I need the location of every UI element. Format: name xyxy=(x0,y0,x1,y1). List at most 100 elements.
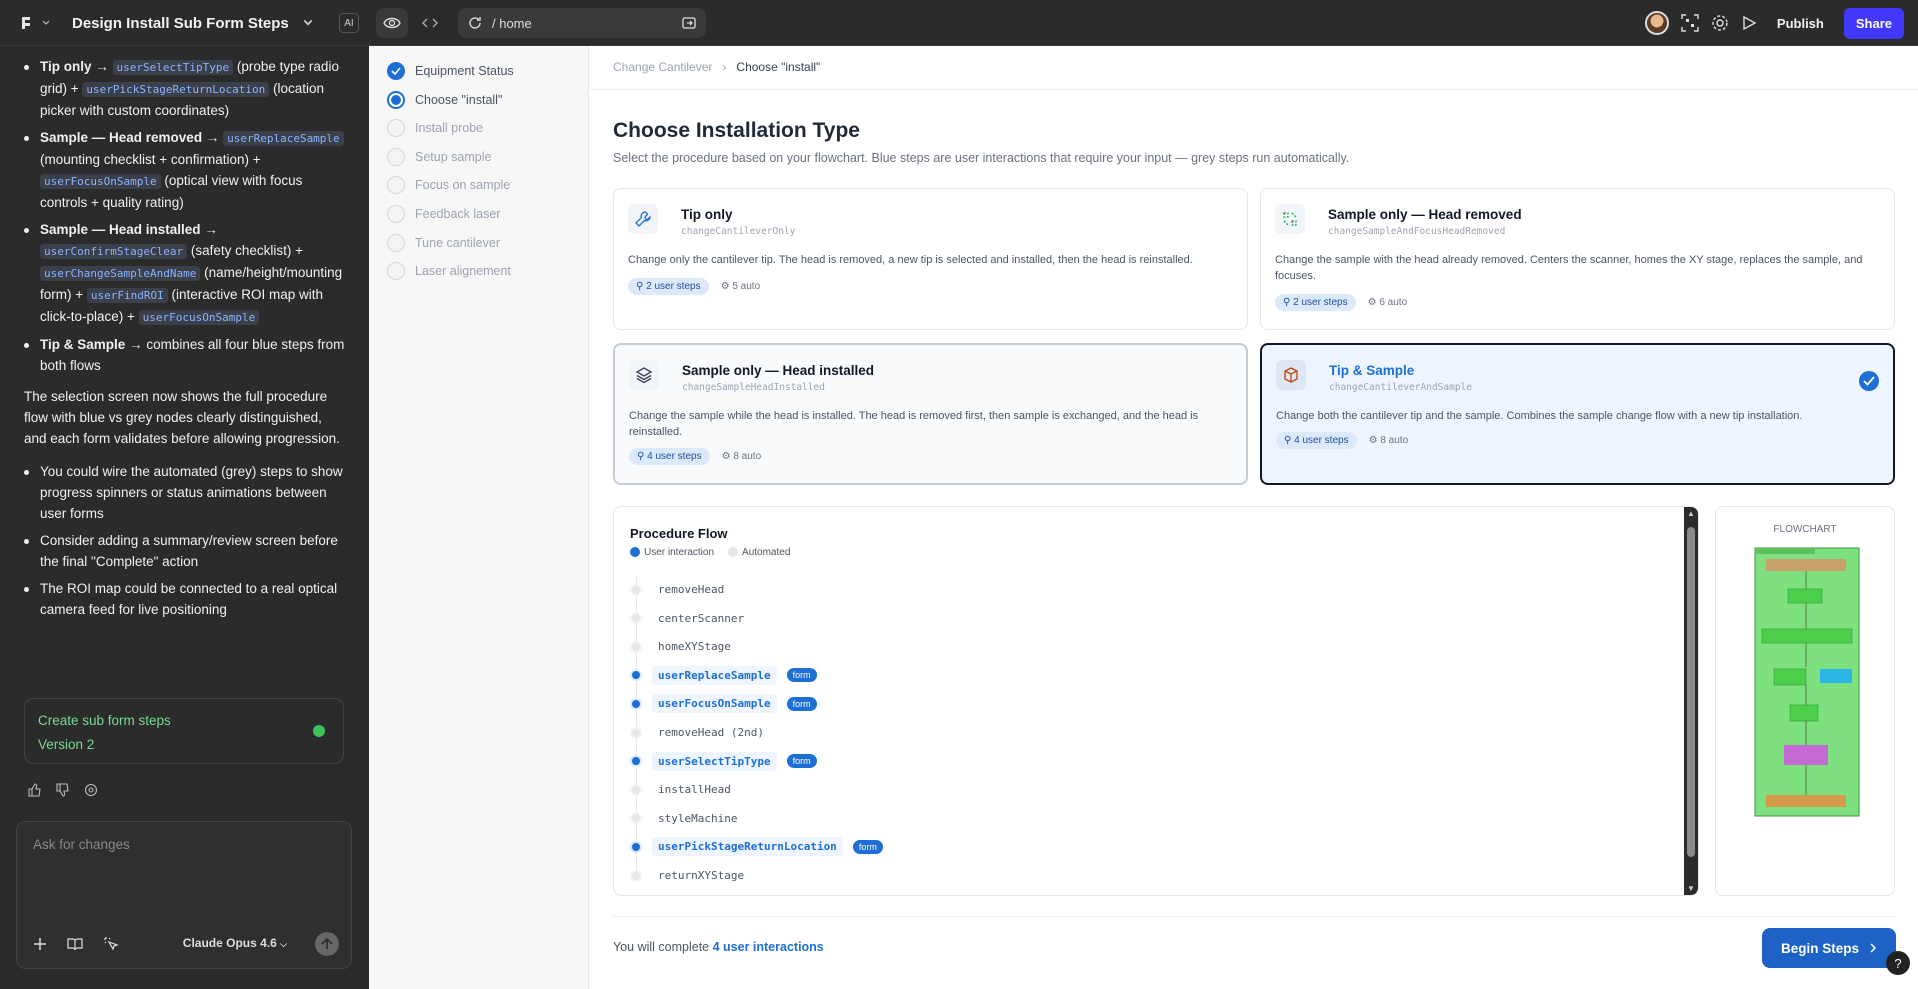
help-button[interactable]: ? xyxy=(1886,951,1910,975)
card-description: Change the sample with the head already … xyxy=(1275,254,1863,282)
step-item[interactable]: Setup sample xyxy=(387,147,492,166)
option-card-sample-head-removed[interactable]: Sample only — Head removed changeSampleA… xyxy=(1260,188,1895,330)
step-circle-icon xyxy=(387,176,405,195)
refresh-icon[interactable] xyxy=(468,16,482,30)
chevron-down-icon[interactable] xyxy=(303,18,313,28)
flowchart-thumbnail xyxy=(1754,547,1860,817)
arrow-up-icon xyxy=(321,938,333,949)
step-circle-icon xyxy=(387,90,405,109)
chevron-down-icon xyxy=(42,20,50,25)
chat-paragraph: The selection screen now shows the full … xyxy=(24,389,340,446)
card-title: Sample only — Head removed xyxy=(1328,207,1522,222)
flowchart-label: FLOWCHART xyxy=(1773,524,1837,535)
box-icon xyxy=(1276,360,1306,390)
auto-steps-badge: ⚙ 6 auto xyxy=(1367,297,1408,308)
legend-user: User interaction xyxy=(630,547,714,558)
project-title[interactable]: Design Install Sub Form Steps xyxy=(72,15,289,32)
step-item[interactable]: Feedback laser xyxy=(387,205,500,223)
form-badge: form xyxy=(852,839,883,854)
flow-node-automated: removeHead (2nd) xyxy=(630,723,770,742)
url-bar[interactable]: / home xyxy=(458,8,706,38)
flow-node-name: userPickStageReturnLocation xyxy=(652,837,843,857)
step-item[interactable]: Equipment Status xyxy=(387,62,514,80)
step-item[interactable]: Tune cantilever xyxy=(387,233,500,252)
begin-steps-button[interactable]: Begin Steps xyxy=(1762,928,1896,968)
flow-node-name: userFocusOnSample xyxy=(652,694,777,714)
flow-node-name: homeXYStage xyxy=(658,640,731,654)
top-bar: Design Install Sub Form Steps AI / home … xyxy=(0,0,1918,46)
model-selector[interactable]: Claude Opus 4.6 ⌵ xyxy=(183,933,287,955)
flow-node-user: userSelectTipType form xyxy=(630,751,817,771)
chat-suggestions-list: You could wire the automated (grey) step… xyxy=(0,461,369,620)
procedure-flow-title: Procedure Flow xyxy=(630,526,728,541)
scrollbar-thumb[interactable] xyxy=(1687,527,1695,857)
card-id: changeSampleAndFocusHeadRemoved xyxy=(1328,226,1506,237)
chat-input-box[interactable]: Ask for changes Claude Opus 4.6 ⌵ xyxy=(16,821,352,969)
card-description: Change only the cantilever tip. The head… xyxy=(628,254,1193,266)
thumbs-down-icon[interactable] xyxy=(56,783,70,797)
step-label: Laser alignement xyxy=(415,264,511,279)
breadcrumb-parent[interactable]: Change Cantilever xyxy=(613,60,712,74)
preview-button[interactable] xyxy=(376,8,408,38)
book-icon[interactable] xyxy=(67,937,83,951)
user-steps-badge: ⚲ 2 user steps xyxy=(628,278,709,295)
chevron-right-icon xyxy=(1870,943,1877,953)
ai-toggle-button[interactable]: AI xyxy=(339,13,359,33)
step-item[interactable]: Choose "install" xyxy=(387,90,502,109)
flow-node-name: userSelectTipType xyxy=(652,751,777,771)
plus-icon[interactable] xyxy=(33,937,47,951)
step-circle-icon xyxy=(387,119,405,138)
chat-summary-item: Tip only → userSelectTipType (probe type… xyxy=(0,56,369,121)
card-description: Change both the cantilever tip and the s… xyxy=(1276,410,1803,422)
select-element-icon[interactable] xyxy=(103,936,119,952)
flow-node-automated: styleMachine xyxy=(630,809,743,828)
flow-node-user: userFocusOnSample form xyxy=(630,694,817,714)
qr-scan-icon[interactable] xyxy=(1681,14,1699,32)
gear-icon[interactable] xyxy=(1711,14,1729,32)
main-content: Change Cantilever › Choose "install" Cho… xyxy=(590,46,1918,989)
flow-node-automated: removeHead xyxy=(630,580,730,599)
option-card-sample-head-installed[interactable]: Sample only — Head installed changeSampl… xyxy=(613,343,1248,485)
version-card[interactable]: Create sub form steps Version 2 xyxy=(24,698,344,764)
chevron-down-icon: ⌵ xyxy=(280,939,287,949)
step-circle-icon xyxy=(387,233,405,252)
avatar[interactable] xyxy=(1644,11,1669,35)
flow-node-dot xyxy=(630,812,642,825)
feedback-settings-icon[interactable] xyxy=(84,783,98,797)
auto-steps-badge: ⚙ 5 auto xyxy=(720,281,761,292)
flow-node-name: returnXYStage xyxy=(658,869,745,882)
flow-node-dot xyxy=(630,697,642,710)
step-label: Focus on sample xyxy=(415,178,511,193)
step-item[interactable]: Focus on sample xyxy=(387,176,511,195)
project-menu[interactable]: Design Install Sub Form Steps xyxy=(18,0,313,46)
flow-node-dot xyxy=(630,755,642,768)
version-label: Version 2 xyxy=(38,737,95,752)
flow-scrollbar[interactable]: ▲ ▼ xyxy=(1684,507,1698,895)
thumbs-up-icon[interactable] xyxy=(28,783,42,797)
option-card-tip-only[interactable]: Tip only changeCantileverOnly Change onl… xyxy=(613,188,1248,330)
flow-node-automated: returnXYStage xyxy=(630,866,750,885)
breadcrumb: Change Cantilever › Choose "install" xyxy=(613,60,820,74)
chat-input[interactable]: Ask for changes xyxy=(33,834,130,855)
form-badge: form xyxy=(786,668,817,683)
flow-node-dot xyxy=(630,669,642,682)
code-view-button[interactable] xyxy=(414,8,446,38)
flow-legend: User interaction Automated xyxy=(630,547,790,558)
flow-node-dot xyxy=(630,726,642,739)
flowchart-preview[interactable]: FLOWCHART xyxy=(1715,506,1895,896)
chat-summary-item: Sample — Head removed → userReplaceSampl… xyxy=(0,127,369,213)
step-item[interactable]: Laser alignement xyxy=(387,262,511,281)
step-label: Setup sample xyxy=(415,149,492,164)
option-card-tip-and-sample[interactable]: Tip & Sample changeCantileverAndSample C… xyxy=(1260,343,1895,485)
flow-node-name: installHead xyxy=(658,783,731,797)
chevron-right-icon: › xyxy=(722,60,727,74)
open-window-icon[interactable] xyxy=(682,17,696,29)
step-circle-icon xyxy=(387,205,405,223)
flow-node-name: removeHead xyxy=(658,583,725,596)
send-button[interactable] xyxy=(315,932,339,956)
share-button[interactable]: Share xyxy=(1843,7,1904,39)
publish-button[interactable]: Publish xyxy=(1769,10,1832,37)
app-logo-icon[interactable] xyxy=(18,15,34,31)
play-icon[interactable] xyxy=(1741,15,1757,31)
step-item[interactable]: Install probe xyxy=(387,119,483,138)
